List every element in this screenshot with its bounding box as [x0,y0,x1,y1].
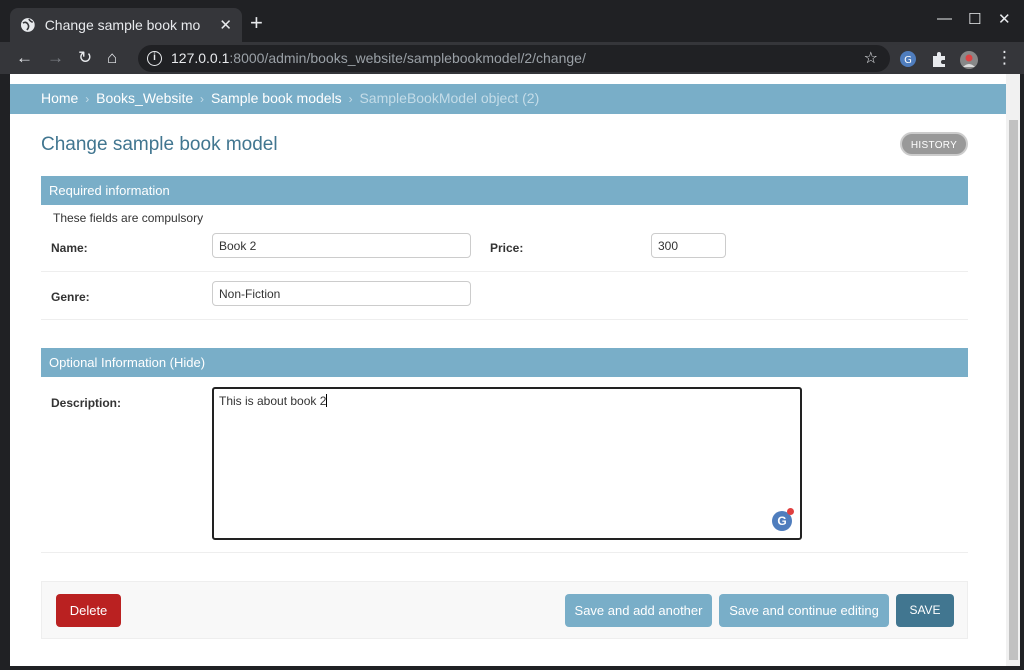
url-text[interactable]: 127.0.0.1:8000/admin/books_website/sampl… [171,50,586,66]
reload-icon[interactable]: ↻ [78,48,92,68]
extensions-puzzle-icon[interactable] [930,50,948,68]
form-row-divider [41,319,968,320]
price-input[interactable] [651,233,726,258]
breadcrumb: Home › Books_Website › Sample book model… [10,84,1006,114]
breadcrumb-separator: › [348,92,353,106]
menu-kebab-icon[interactable]: ⋮ [996,48,1013,68]
description-textarea[interactable]: This is about book 2 [212,387,802,540]
globe-icon [20,18,35,32]
history-button[interactable]: HISTORY [900,132,968,156]
grammarly-alert-badge [787,508,794,515]
price-label: Price: [490,241,524,255]
bookmark-star-icon[interactable]: ☆ [864,48,878,68]
description-text: This is about book 2 [219,394,327,408]
back-icon[interactable]: ← [16,48,33,68]
new-tab-icon[interactable]: + [250,11,263,35]
grammarly-extension-icon[interactable]: G [899,50,917,68]
save-button[interactable]: SAVE [896,594,954,627]
maximize-icon[interactable]: ☐ [968,10,981,28]
page-title: Change sample book model [41,134,278,155]
page-viewport: Home › Books_Website › Sample book model… [10,74,1020,666]
form-row-divider [41,552,968,553]
delete-button[interactable]: Delete [56,594,121,627]
info-icon[interactable]: i [147,51,162,66]
svg-text:G: G [904,55,912,66]
minimize-icon[interactable]: — [937,10,952,27]
address-bar[interactable]: i 127.0.0.1:8000/admin/books_website/sam… [138,45,890,72]
optional-section-heading[interactable]: Optional Information (Hide) [41,348,968,377]
genre-input[interactable] [212,281,471,306]
required-section-heading: Required information [41,176,968,205]
save-and-add-another-button[interactable]: Save and add another [565,594,712,627]
browser-tab[interactable]: Change sample book mo ✕ [10,8,242,42]
close-window-icon[interactable]: ✕ [998,10,1011,28]
tab-title: Change sample book mo [44,17,201,33]
text-cursor [326,394,328,407]
submit-row: Delete Save and add another Save and con… [41,581,968,639]
required-hint: These fields are compulsory [53,211,204,225]
breadcrumb-home[interactable]: Home [41,90,78,106]
name-input[interactable] [212,233,471,258]
browser-toolbar: ← → ↻ ⌂ i 127.0.0.1:8000/admin/books_web… [0,42,1024,74]
breadcrumb-model[interactable]: Sample book models [211,90,342,106]
breadcrumb-current: SampleBookModel object (2) [359,90,540,106]
profile-avatar[interactable] [959,50,979,70]
description-label: Description: [51,396,122,410]
forward-icon[interactable]: → [47,48,64,68]
browser-titlebar: Change sample book mo ✕ + — ☐ ✕ [0,0,1024,42]
scrollbar-thumb[interactable] [1009,120,1018,660]
save-and-continue-button[interactable]: Save and continue editing [719,594,889,627]
scrollbar[interactable] [1006,74,1020,666]
breadcrumb-app[interactable]: Books_Website [96,90,193,106]
home-icon[interactable]: ⌂ [107,48,117,68]
breadcrumb-separator: › [200,92,205,106]
form-row-divider [41,271,968,272]
close-tab-icon[interactable]: ✕ [219,16,232,34]
genre-label: Genre: [51,290,90,304]
name-label: Name: [51,241,88,255]
breadcrumb-separator: › [85,92,90,106]
